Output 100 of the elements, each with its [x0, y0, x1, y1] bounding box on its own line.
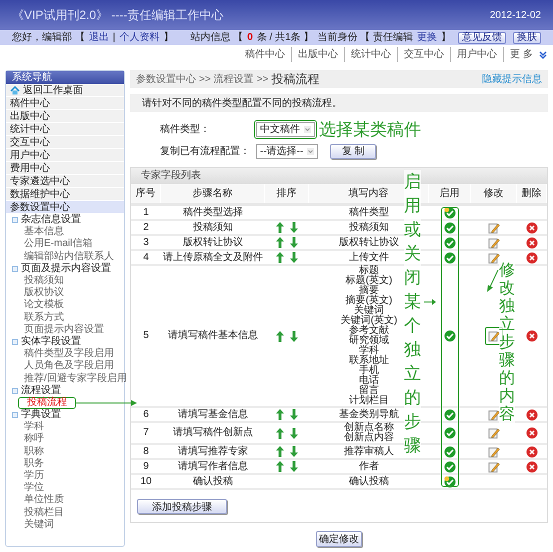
toolbar-button[interactable]: 换肤	[513, 32, 541, 44]
nav-link[interactable]: 交互中心	[397, 47, 450, 62]
select-field[interactable]: 中文稿件	[256, 122, 315, 137]
confirm-button[interactable]: 确定修改	[316, 531, 362, 547]
table-cell: 摘要	[358, 286, 379, 296]
sidebar-item[interactable]: 稿件中心	[6, 97, 124, 110]
copy-button[interactable]: 复 制	[330, 144, 376, 159]
sidebar-link[interactable]: 职称	[24, 446, 44, 457]
column-header: 序号	[131, 184, 161, 203]
sidebar-link[interactable]: 稿件类型及字段启用	[24, 349, 114, 360]
select-field[interactable]: --请选择--	[256, 144, 318, 159]
table-cell: 版权转让协议	[183, 238, 243, 248]
table-cell: 1	[143, 208, 149, 218]
notice-text: 请针对不同的稿件类型配置不同的投稿流程。	[142, 96, 342, 110]
sidebar-link[interactable]: 基本信息	[24, 227, 64, 238]
user-link[interactable]: 退出	[88, 30, 109, 45]
column-header: 修改	[471, 184, 517, 203]
table-cell: 联系地址	[348, 356, 389, 366]
table-cell: 电话	[358, 376, 379, 386]
sidebar-item[interactable]: 用户中心	[6, 149, 124, 162]
table-cell: 参考文献	[348, 326, 389, 336]
column-header: 删除	[517, 184, 547, 203]
sidebar-link[interactable]: 页面提示内容设置	[24, 324, 104, 335]
annotation-text: 修改独立步骤的内容	[499, 262, 515, 424]
table-cell: 请填写稿件基本信息	[168, 331, 258, 341]
bar-text: 】	[441, 30, 451, 45]
sidebar-link[interactable]: 投稿流程	[27, 396, 67, 408]
sidebar-link[interactable]: 编辑部站内信联系人	[24, 252, 114, 262]
sidebar-item[interactable]: 费用中心	[6, 162, 124, 175]
sidebar-link[interactable]: 版权协议	[24, 288, 64, 298]
table-cell: 摘要(英文)	[346, 296, 392, 306]
tree-group: 页面及提示内容设置	[21, 264, 111, 274]
table-cell: 学科	[358, 346, 379, 356]
table-cell: 3	[143, 238, 149, 248]
bar-text: 条 / 共1条 】	[256, 30, 314, 45]
bar-text: 站内信息 【	[190, 30, 244, 45]
sidebar-item[interactable]: 出版中心	[6, 110, 124, 123]
table-cell: 创新点名称	[344, 423, 394, 433]
table-cell: 确认投稿	[349, 476, 389, 486]
sidebar-link[interactable]: 学科	[24, 422, 44, 432]
column-header: 启用	[429, 184, 471, 203]
sidebar-link[interactable]: 论文模板	[24, 300, 64, 310]
toolbar-button[interactable]: 意见反馈	[458, 32, 506, 44]
sidebar-link[interactable]: 联系方式	[24, 312, 64, 323]
bar-text: |	[112, 31, 116, 45]
table-cell: 推荐审稿人	[344, 446, 394, 456]
sidebar-link[interactable]: 推荐/回避专家字段启用	[24, 374, 127, 384]
sidebar-link[interactable]: 单位性质	[24, 495, 64, 506]
table-cell: 计划栏目	[348, 396, 389, 406]
breadcrumb-item[interactable]: 参数设置中心	[136, 72, 196, 86]
user-link[interactable]: 个人资料	[119, 30, 160, 45]
nav-link[interactable]: 更 多	[503, 47, 539, 62]
nav-link[interactable]: 统计中心	[344, 47, 398, 62]
table-cell: 标题	[358, 266, 379, 276]
sidebar-item[interactable]: 数据维护中心	[6, 188, 124, 201]
column-header: 步骤名称	[161, 184, 265, 203]
bar-text: 】	[163, 30, 174, 45]
sidebar-link[interactable]: 投稿栏目	[24, 508, 64, 518]
sidebar-item[interactable]: 统计中心	[6, 123, 124, 136]
sidebar-item[interactable]: 参数设置中心	[6, 201, 124, 214]
table-cell: 确认投稿	[193, 476, 233, 486]
nav-link[interactable]: 稿件中心	[239, 47, 292, 62]
nav-link[interactable]: 出版中心	[291, 47, 344, 62]
user-link[interactable]: 更换	[417, 30, 437, 45]
sidebar-link[interactable]: 称呼	[24, 434, 44, 444]
table-cell: 作者	[359, 462, 379, 472]
sidebar-item[interactable]: 返回工作桌面	[6, 84, 124, 97]
table-cell: 上传文件	[349, 252, 389, 262]
sidebar-link[interactable]: 学位	[24, 483, 44, 494]
sidebar-link[interactable]: 学历	[24, 471, 44, 482]
window-title: 《VIP试用刊2.0》 ----责任编辑工作中心	[12, 7, 224, 24]
sidebar-link[interactable]: 投稿须知	[24, 276, 64, 286]
table-cell: 请填写推荐专家	[178, 446, 248, 456]
table-cell: 稿件类型	[349, 208, 389, 218]
hide-tips-link[interactable]: 隐藏提示信息	[482, 72, 542, 86]
add-step-button[interactable]: 添加投稿步骤	[137, 499, 227, 514]
table-cell: 关键词	[354, 306, 384, 316]
sidebar-item[interactable]: 交互中心	[6, 136, 124, 149]
sidebar-link[interactable]: 人员角色及字段启用	[24, 361, 114, 372]
sidebar-link[interactable]: 关键词	[24, 520, 54, 530]
table-cell: 10	[140, 476, 152, 486]
breadcrumb-item[interactable]: 流程设置	[214, 72, 254, 86]
breadcrumb-item[interactable]: >>	[199, 72, 211, 86]
column-header: 排序	[265, 184, 309, 203]
table-cell: 投稿须知	[349, 222, 389, 232]
table-cell: 2	[143, 222, 149, 232]
table-cell: 请上传原稿全文及附件	[163, 252, 263, 262]
table-cell: 请填写作者信息	[178, 462, 248, 472]
table-cell: 留言	[358, 386, 379, 396]
nav-link[interactable]: 用户中心	[450, 47, 504, 62]
page-title: 投稿流程	[271, 71, 320, 88]
sidebar-link[interactable]: 公用E-mail信箱	[24, 239, 92, 250]
table-cell: 投稿须知	[193, 222, 233, 232]
table-cell: 稿件类型选择	[183, 208, 243, 218]
table-cell: 版权转让协议	[339, 238, 399, 248]
table-cell: 9	[143, 462, 149, 472]
breadcrumb-item[interactable]: >>	[256, 72, 268, 86]
sidebar-item[interactable]: 专家遴选中心	[6, 175, 124, 188]
table-cell: 6	[143, 410, 149, 420]
sidebar-link[interactable]: 职务	[24, 458, 44, 469]
